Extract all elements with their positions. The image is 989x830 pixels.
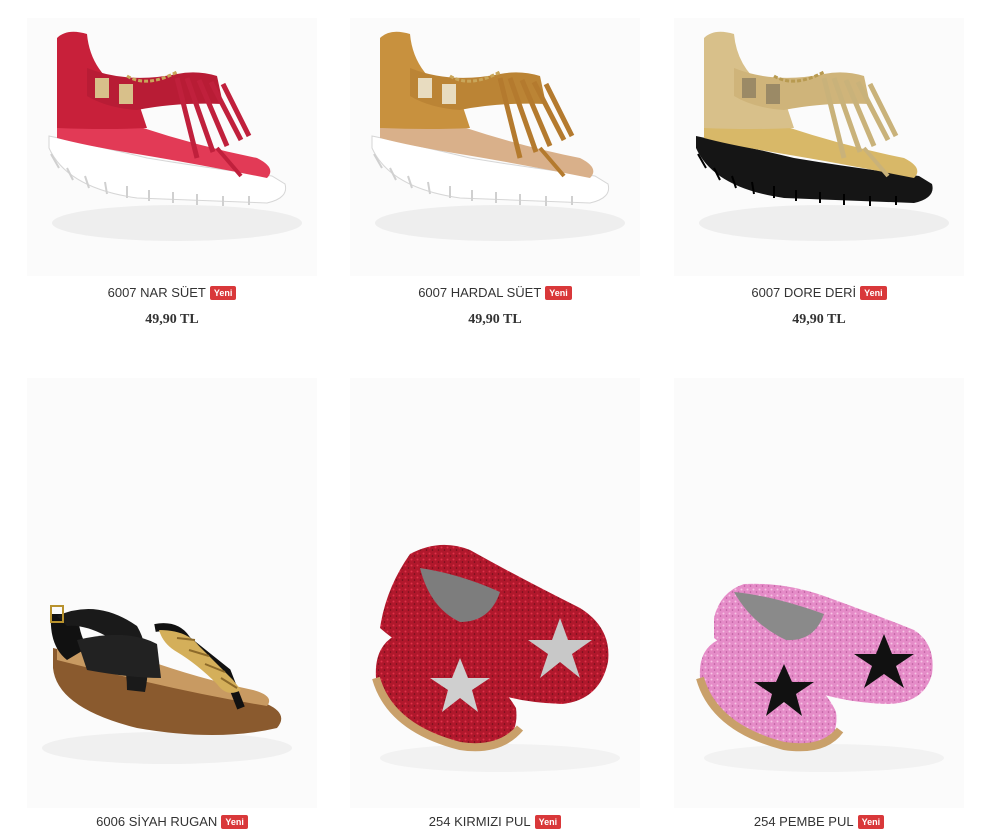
product-card[interactable]: 6007 HARDAL SÜET Yeni 49,90 TL bbox=[350, 18, 640, 338]
product-title-row: 6007 DORE DERİ Yeni bbox=[674, 285, 964, 300]
new-badge: Yeni bbox=[860, 286, 887, 300]
product-price: 49,90 TL bbox=[792, 312, 846, 327]
black-patent-thong-sandal-image bbox=[42, 605, 292, 764]
product-title-row: 6007 NAR SÜET Yeni bbox=[27, 285, 317, 300]
product-image[interactable] bbox=[350, 378, 640, 808]
product-name[interactable]: 6007 DORE DERİ bbox=[751, 285, 856, 300]
gold-fringe-sandal-image bbox=[696, 31, 949, 241]
product-name[interactable]: 6007 NAR SÜET bbox=[108, 285, 206, 300]
product-name[interactable]: 6007 HARDAL SÜET bbox=[418, 285, 541, 300]
product-title-row: 6007 HARDAL SÜET Yeni bbox=[350, 285, 640, 300]
new-badge: Yeni bbox=[857, 815, 885, 829]
product-name[interactable]: 254 KIRMIZI PUL bbox=[429, 814, 531, 829]
red-glitter-espadrille-image bbox=[372, 544, 620, 772]
pink-glitter-espadrille-image bbox=[696, 583, 944, 772]
red-fringe-sandal-image bbox=[48, 31, 302, 241]
product-card[interactable]: 254 KIRMIZI PUL Yeni bbox=[350, 378, 640, 830]
product-image[interactable] bbox=[674, 18, 964, 276]
product-title-row: 254 KIRMIZI PUL Yeni bbox=[350, 814, 640, 829]
product-image[interactable] bbox=[27, 18, 317, 276]
product-title-row: 254 PEMBE PUL Yeni bbox=[674, 814, 964, 829]
product-title-row: 6006 SİYAH RUGAN Yeni bbox=[27, 814, 317, 829]
product-name[interactable]: 254 PEMBE PUL bbox=[754, 814, 854, 829]
product-image[interactable] bbox=[350, 18, 640, 276]
new-badge: Yeni bbox=[545, 286, 572, 300]
product-image[interactable] bbox=[27, 378, 317, 808]
mustard-fringe-sandal-image bbox=[371, 31, 625, 241]
product-price: 49,90 TL bbox=[145, 312, 199, 327]
product-name[interactable]: 6006 SİYAH RUGAN bbox=[96, 814, 217, 829]
product-card[interactable]: 6007 NAR SÜET Yeni 49,90 TL bbox=[27, 18, 317, 338]
product-card[interactable]: 254 PEMBE PUL Yeni bbox=[674, 378, 964, 830]
new-badge: Yeni bbox=[221, 815, 248, 829]
new-badge: Yeni bbox=[534, 815, 562, 829]
product-card[interactable]: 6007 DORE DERİ Yeni 49,90 TL bbox=[674, 18, 964, 338]
new-badge: Yeni bbox=[209, 286, 237, 300]
product-price: 49,90 TL bbox=[468, 312, 522, 327]
product-card[interactable]: 6006 SİYAH RUGAN Yeni bbox=[27, 378, 317, 830]
product-image[interactable] bbox=[674, 378, 964, 808]
